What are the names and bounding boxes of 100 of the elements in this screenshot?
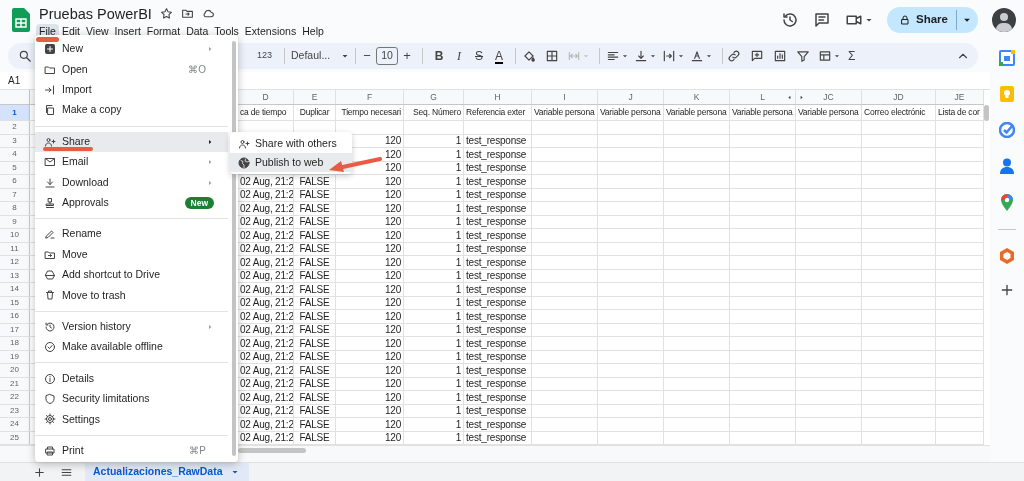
column-header[interactable]: JE: [954, 90, 965, 104]
align-icon[interactable]: [606, 49, 621, 63]
menu-item[interactable]: Help: [299, 23, 327, 38]
row-number[interactable]: 4: [12, 148, 17, 161]
menu-item[interactable]: Move to trash: [35, 285, 228, 306]
menu-item-icon: [44, 372, 56, 385]
menu-item[interactable]: Share with others: [230, 134, 352, 153]
text-color-button[interactable]: A: [489, 47, 510, 65]
chart-icon[interactable]: [773, 49, 788, 63]
menu-item[interactable]: Share: [35, 131, 228, 152]
menu-item[interactable]: Rename: [35, 224, 228, 245]
menu-item[interactable]: Approvals New: [35, 192, 228, 214]
add-on-icon[interactable]: [1000, 248, 1014, 264]
filter-icon[interactable]: [796, 49, 811, 63]
row-number[interactable]: 8: [12, 202, 17, 215]
column-header[interactable]: JD: [893, 90, 904, 104]
row-number[interactable]: 9: [12, 215, 17, 228]
scrollbar-thumb[interactable]: [238, 448, 306, 453]
menu-item[interactable]: Make a copy: [35, 100, 228, 121]
menu-item[interactable]: New: [35, 39, 228, 60]
table-icon[interactable]: [818, 49, 833, 63]
share-button[interactable]: Share: [887, 7, 978, 33]
row-number[interactable]: 2: [12, 121, 17, 134]
number-format-button[interactable]: 123: [257, 49, 273, 63]
strikethrough-button[interactable]: S: [469, 47, 490, 65]
italic-button[interactable]: I: [449, 47, 470, 65]
table-cell: FALSE: [299, 229, 330, 242]
menu-item[interactable]: Import: [35, 79, 228, 101]
borders-icon[interactable]: [545, 49, 560, 63]
column-header[interactable]: L: [760, 90, 765, 104]
column-header[interactable]: F: [366, 90, 373, 104]
plus-icon[interactable]: [999, 282, 1015, 298]
cloud-icon[interactable]: [201, 7, 215, 20]
wrap-icon[interactable]: [662, 49, 677, 63]
menu-item[interactable]: Print ⌘P: [35, 440, 228, 462]
menu-item[interactable]: Data: [183, 23, 212, 38]
menu-item[interactable]: Extensions: [241, 23, 300, 38]
calendar-icon[interactable]: [999, 50, 1015, 66]
table-cell: 120: [384, 242, 401, 255]
menu-item[interactable]: Format: [143, 23, 184, 38]
table-cell: 1: [455, 337, 461, 350]
history-icon[interactable]: [781, 11, 800, 29]
bold-button[interactable]: B: [429, 47, 450, 65]
increase-font-button[interactable]: +: [400, 46, 415, 66]
link-icon[interactable]: [727, 49, 742, 63]
scrollbar-thumb[interactable]: [984, 105, 989, 121]
column-header[interactable]: JC: [823, 90, 834, 104]
comment-add-icon[interactable]: [750, 49, 765, 63]
tasks-icon[interactable]: [999, 122, 1015, 138]
star-icon[interactable]: [159, 7, 173, 20]
row-number[interactable]: 1: [12, 106, 17, 119]
contacts-icon[interactable]: [1000, 158, 1014, 174]
spreadsheet-logo[interactable]: [12, 8, 30, 32]
functions-button[interactable]: Σ: [848, 47, 856, 65]
menu-item[interactable]: Version history: [35, 316, 228, 338]
column-header[interactable]: J: [628, 90, 633, 104]
font-size-field[interactable]: 10: [376, 47, 399, 65]
menu-item-icon: [44, 43, 56, 56]
menu-item[interactable]: Open ⌘O: [35, 59, 228, 80]
avatar[interactable]: [992, 8, 1016, 32]
menu-item[interactable]: View: [83, 23, 112, 38]
vertical-align-icon[interactable]: [634, 49, 649, 63]
column-header[interactable]: D: [262, 90, 269, 104]
folder-icon[interactable]: [180, 7, 194, 20]
rotate-icon[interactable]: [690, 49, 705, 63]
menu-item[interactable]: Add shortcut to Drive: [35, 264, 228, 286]
search-icon[interactable]: [18, 49, 32, 63]
row-number[interactable]: 7: [12, 188, 17, 201]
row-number[interactable]: 6: [12, 175, 17, 188]
scrollbar-thumb[interactable]: [232, 41, 236, 456]
menu-item[interactable]: Insert: [111, 23, 144, 38]
lock-icon: [899, 14, 912, 26]
sheet-tab[interactable]: Actualizaciones_RawData: [85, 462, 249, 481]
row-number[interactable]: 5: [12, 161, 17, 174]
column-header[interactable]: H: [494, 90, 501, 104]
menu-item[interactable]: Edit: [58, 23, 83, 38]
menu-item[interactable]: Tools: [211, 23, 242, 38]
menu-item[interactable]: Download: [35, 172, 228, 193]
table-cell: Variable persona: [600, 106, 661, 119]
table-cell: 1: [455, 242, 461, 255]
column-header[interactable]: G: [430, 90, 437, 104]
table-cell: 1: [455, 215, 461, 228]
menu-item[interactable]: Details: [35, 368, 228, 389]
row-number[interactable]: 3: [12, 134, 17, 147]
map-pin-icon[interactable]: [1001, 194, 1013, 211]
decrease-font-button[interactable]: −: [360, 46, 375, 66]
paint-bucket-icon[interactable]: [522, 49, 537, 63]
menu-item[interactable]: Make available offline: [35, 337, 228, 358]
menu-item[interactable]: Publish to web: [230, 153, 352, 172]
menu-item[interactable]: Email: [35, 151, 228, 173]
font-dropdown[interactable]: Defaul...: [291, 48, 352, 64]
column-header[interactable]: I: [563, 90, 566, 104]
menu-item[interactable]: Move: [35, 244, 228, 265]
comment-icon[interactable]: [813, 11, 832, 29]
document-title[interactable]: Pruebas PowerBI: [39, 4, 152, 23]
menu-item[interactable]: Security limitations: [35, 388, 228, 410]
menu-item[interactable]: Settings: [35, 409, 228, 430]
column-header[interactable]: E: [311, 90, 318, 104]
add-sheet-icon[interactable]: [33, 465, 46, 479]
column-header[interactable]: K: [693, 90, 700, 104]
